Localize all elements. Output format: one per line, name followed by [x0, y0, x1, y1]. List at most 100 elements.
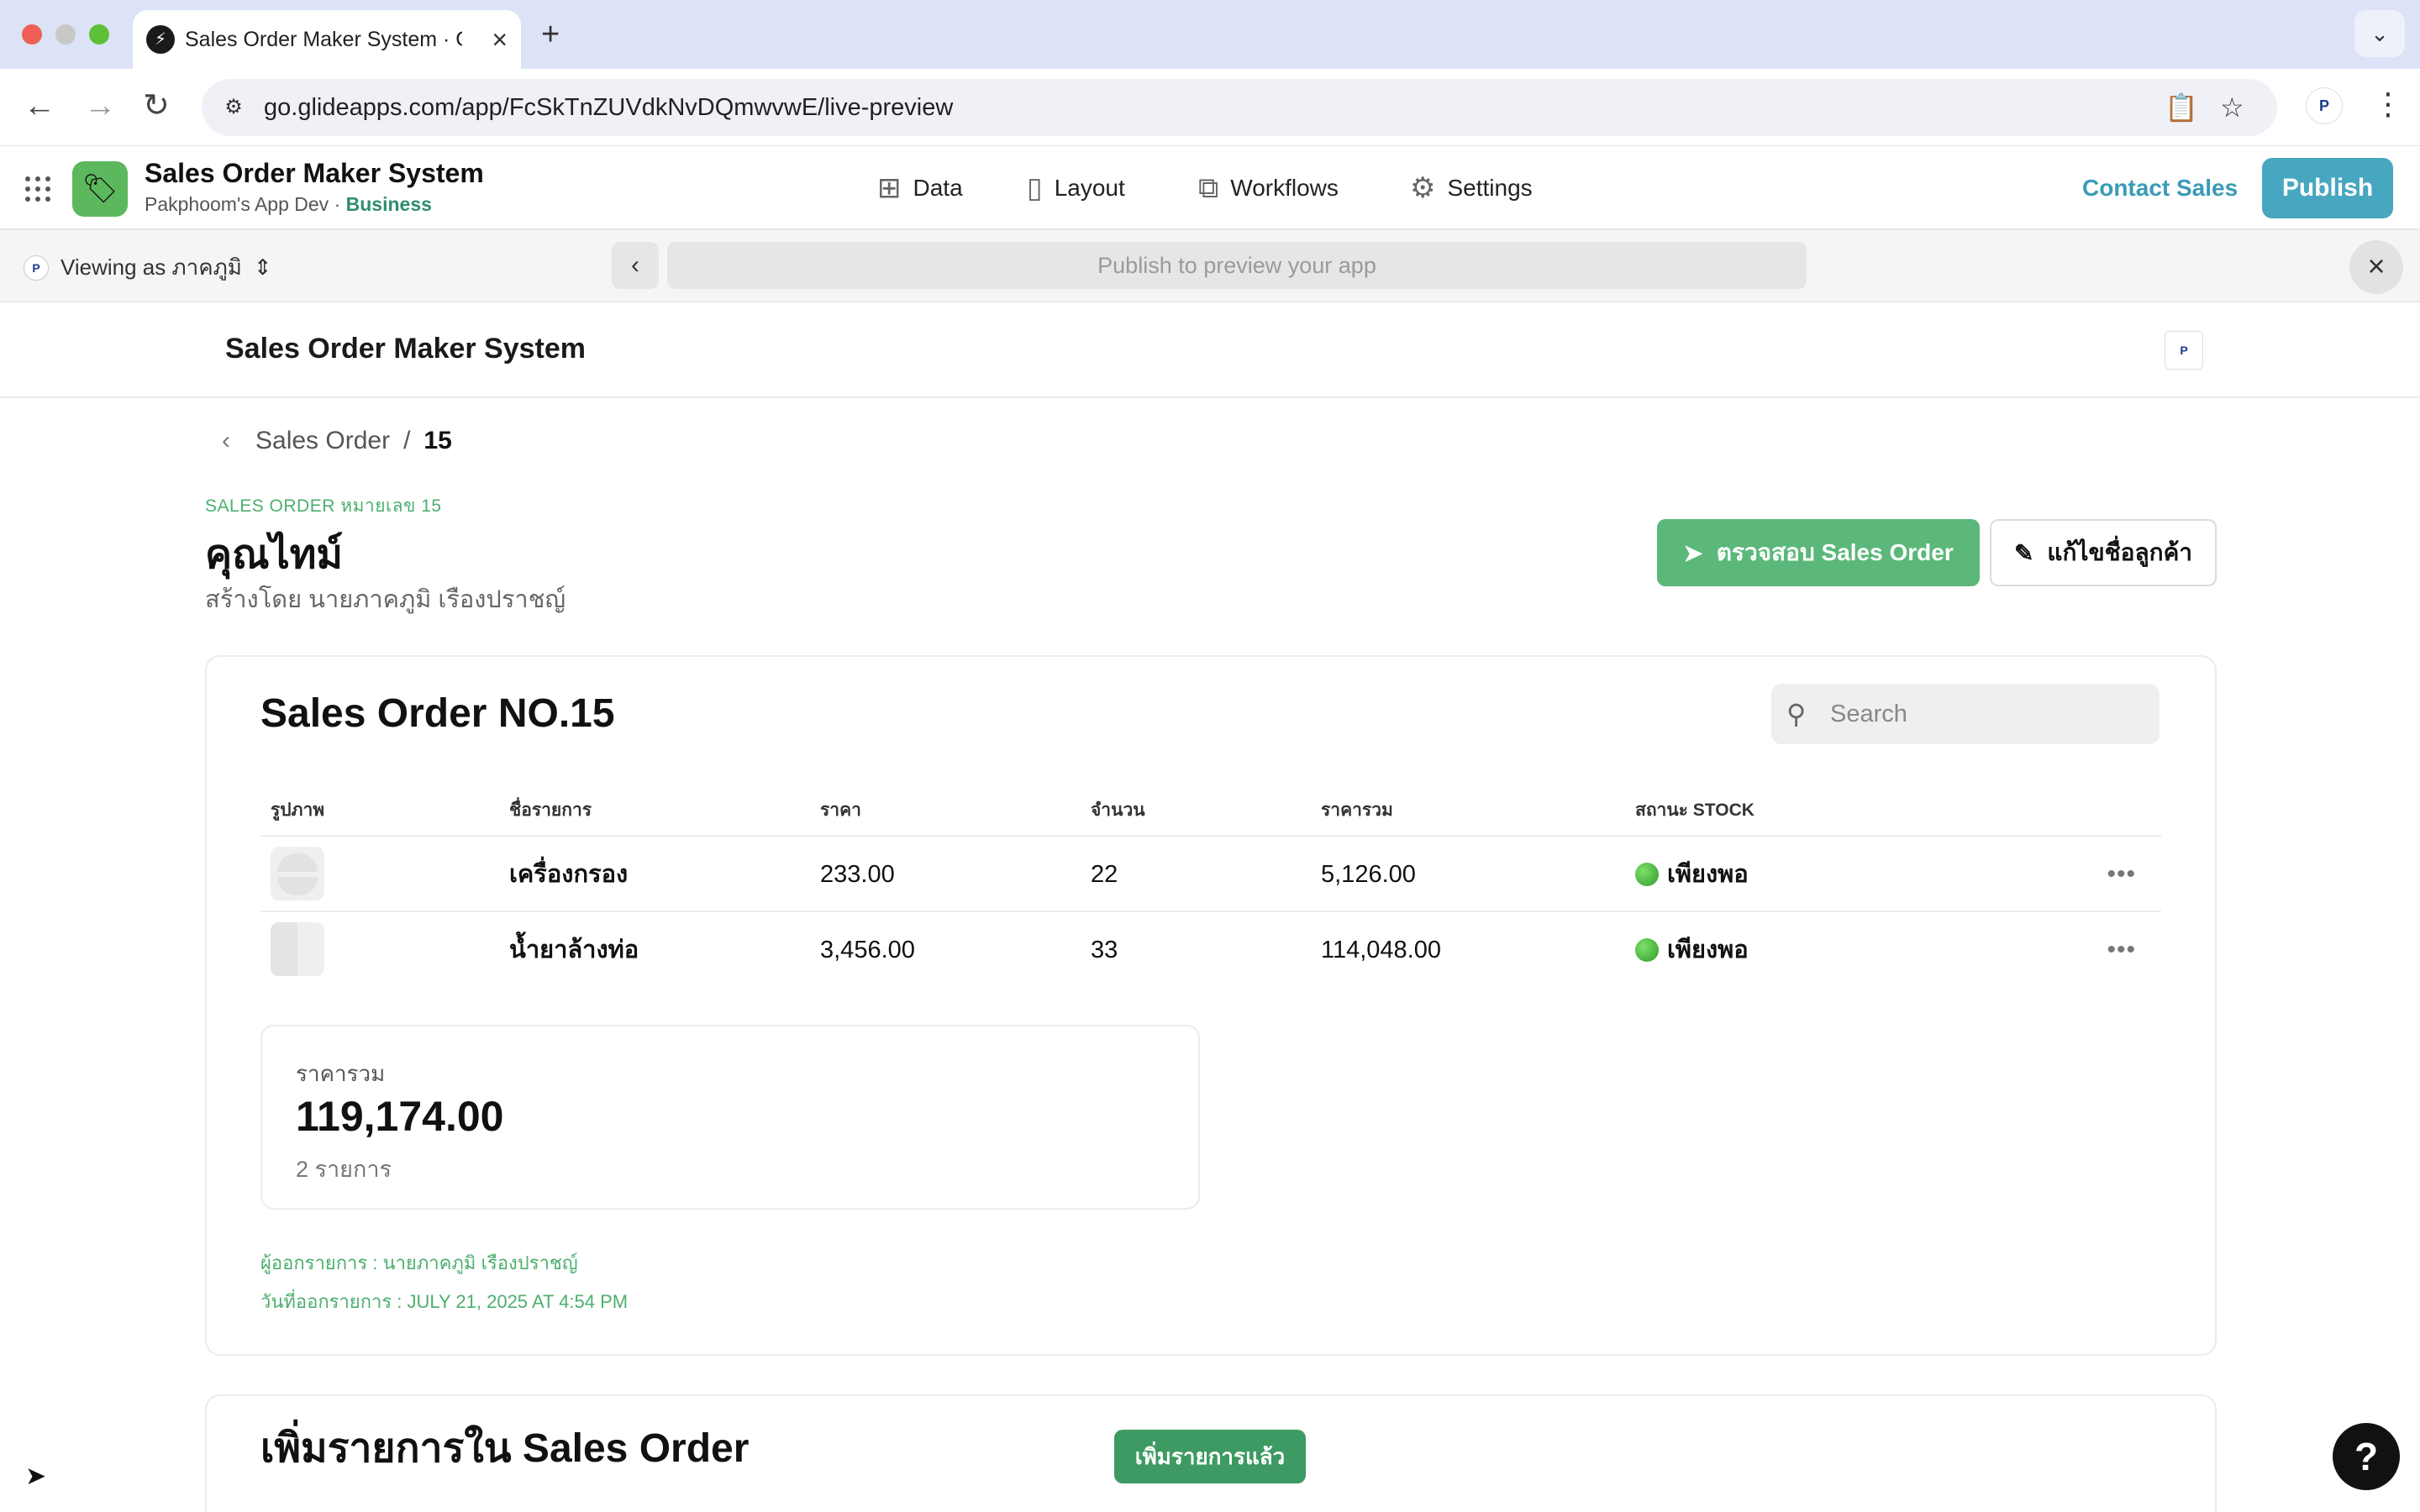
- add-items-title: เพิ่มรายการใน Sales Order: [260, 1426, 750, 1471]
- contact-sales-link[interactable]: Contact Sales: [2082, 171, 2238, 205]
- back-chevron-icon[interactable]: ‹: [222, 427, 230, 455]
- nav-workflows-label: Workflows: [1230, 175, 1339, 201]
- breadcrumb-parent[interactable]: Sales Order: [255, 427, 390, 455]
- item-thumbnail: [271, 922, 324, 976]
- preview-url-bar: Publish to preview your app: [667, 242, 1807, 289]
- col-total: ราคารวม: [1321, 801, 1393, 820]
- issued-date-line: วันที่ออกรายการ : JULY 21, 2025 AT 4:54 …: [260, 1291, 629, 1312]
- page-title: คุณไทม์: [205, 533, 344, 577]
- gear-icon: ⚙: [1410, 172, 1436, 204]
- window-close-button[interactable]: [22, 24, 42, 45]
- added-toast: เพิ่มรายการแล้ว: [1114, 1430, 1306, 1483]
- tab-search-chevron-icon[interactable]: ⌄: [2354, 10, 2405, 57]
- check-sales-order-button[interactable]: ➤ ตรวจสอบ Sales Order: [1657, 519, 1980, 586]
- item-total: 114,048.00: [1321, 937, 1441, 963]
- back-arrow-icon[interactable]: ←: [24, 87, 55, 124]
- breadcrumb-separator: /: [403, 427, 411, 454]
- preview-toolbar: P Viewing as ภาคภูมิ ⇕ ‹ Publish to prev…: [0, 230, 2420, 302]
- nav-workflows[interactable]: ⧉ Workflows: [1198, 170, 1339, 207]
- col-price: ราคา: [820, 801, 861, 820]
- search-input[interactable]: [1830, 684, 2149, 744]
- glide-header: 🏷 Sales Order Maker System Pakphoom's Ap…: [0, 146, 2420, 230]
- check-sales-order-label: ตรวจสอบ Sales Order: [1716, 539, 1954, 565]
- bookmark-star-icon[interactable]: ☆: [2220, 92, 2244, 123]
- breadcrumb-current: 15: [424, 427, 452, 454]
- tab-title: Sales Order Maker System · Glide: [185, 28, 462, 51]
- stock-status: เพียงพอ: [1635, 912, 1749, 988]
- item-price: 3,456.00: [820, 937, 915, 963]
- item-qty: 22: [1091, 861, 1118, 888]
- edit-customer-button[interactable]: ✎ แก้ไขชื่อลูกค้า: [1990, 519, 2217, 586]
- updown-chevron-icon: ⇕: [253, 255, 272, 280]
- publish-button[interactable]: Publish: [2262, 158, 2393, 218]
- workflows-icon: ⧉: [1198, 172, 1219, 204]
- new-tab-icon[interactable]: +: [541, 17, 560, 52]
- apps-grid-icon[interactable]: [25, 176, 50, 202]
- item-count: 2 รายการ: [296, 1157, 392, 1182]
- total-label: ราคารวม: [296, 1061, 386, 1086]
- plan-badge: Business: [345, 193, 432, 215]
- nav-data[interactable]: ⊞ Data: [877, 170, 963, 207]
- nav-layout-label: Layout: [1054, 175, 1125, 201]
- viewing-as-selector[interactable]: P Viewing as ภาคภูมิ ⇕: [24, 250, 272, 285]
- nav-settings-label: Settings: [1447, 175, 1533, 201]
- address-url[interactable]: go.glideapps.com/app/FcSkTnZUVdkNvDQmwvw…: [264, 79, 953, 136]
- col-qty: จำนวน: [1091, 801, 1145, 820]
- browser-tab[interactable]: ⚡ Sales Order Maker System · Glide ×: [133, 10, 521, 69]
- search-icon: ⚲: [1786, 699, 1807, 729]
- table-row[interactable]: เครื่องกรอง 233.00 22 5,126.00 เพียงพอ •…: [260, 837, 2161, 912]
- order-eyebrow: SALES ORDER หมายเลข 15: [205, 496, 442, 516]
- profile-avatar[interactable]: P: [2306, 87, 2343, 124]
- issuer-line: ผู้ออกรายการ : นายภาคภูมิ เรืองปราชญ์: [260, 1252, 578, 1273]
- item-name: น้ำยาล้างท่อ: [509, 937, 639, 963]
- clipboard-icon[interactable]: 📋: [2165, 92, 2198, 123]
- item-price: 233.00: [820, 861, 895, 888]
- preview-back-chevron-icon[interactable]: ‹: [612, 242, 659, 289]
- sales-order-card: Sales Order NO.15 ⚲ รูปภาพ ชื่อรายการ รา…: [205, 655, 2217, 1356]
- row-more-icon[interactable]: •••: [2107, 837, 2136, 912]
- app-name: Sales Order Maker System: [145, 158, 484, 188]
- stock-status: เพียงพอ: [1635, 837, 1749, 912]
- search-box[interactable]: ⚲: [1771, 684, 2160, 744]
- site-info-icon[interactable]: ⚙: [220, 94, 247, 121]
- glide-favicon-icon: ⚡: [146, 25, 175, 54]
- forward-arrow-icon[interactable]: →: [84, 87, 116, 124]
- page-subtitle: สร้างโดย นายภาคภูมิ เรืองปราชญ์: [205, 586, 566, 613]
- address-bar[interactable]: ⚙ go.glideapps.com/app/FcSkTnZUVdkNvDQmw…: [202, 79, 2277, 136]
- col-image: รูปภาพ: [271, 801, 325, 820]
- browser-toolbar: ← → ↻ ⚙ go.glideapps.com/app/FcSkTnZUVdk…: [0, 69, 2420, 146]
- browser-tab-bar: ⚡ Sales Order Maker System · Glide × + ⌄: [0, 0, 2420, 69]
- reload-icon[interactable]: ↻: [143, 87, 170, 124]
- help-question-icon[interactable]: ?: [2333, 1423, 2400, 1490]
- data-grid-icon: ⊞: [877, 172, 902, 204]
- green-circle-icon: [1635, 938, 1659, 962]
- green-circle-icon: [1635, 863, 1659, 886]
- total-summary: ราคารวม 119,174.00 2 รายการ: [260, 1025, 1200, 1210]
- app-header-title: Sales Order Maker System: [225, 333, 587, 365]
- col-name: ชื่อรายการ: [509, 801, 592, 820]
- nav-settings[interactable]: ⚙ Settings: [1410, 170, 1533, 207]
- stock-status-label: เพียงพอ: [1667, 861, 1749, 888]
- layout-icon: ▯: [1027, 172, 1043, 204]
- col-stock-status: สถานะ STOCK: [1635, 801, 1754, 820]
- table-row[interactable]: น้ำยาล้างท่อ 3,456.00 33 114,048.00 เพีย…: [260, 912, 2161, 988]
- tab-close-icon[interactable]: ×: [492, 24, 508, 55]
- edit-customer-label: แก้ไขชื่อลูกค้า: [2047, 539, 2193, 565]
- workspace-name: Pakphoom's App Dev: [145, 193, 329, 215]
- app-workspace: Pakphoom's App Dev · Business: [145, 193, 432, 216]
- card-title: Sales Order NO.15: [260, 691, 615, 736]
- viewing-as-label: Viewing as ภาคภูมิ: [60, 255, 242, 280]
- window-zoom-button[interactable]: [89, 24, 109, 45]
- browser-menu-icon[interactable]: ⋮: [2373, 86, 2403, 123]
- total-value: 119,174.00: [296, 1093, 504, 1140]
- company-logo: P: [2165, 331, 2203, 370]
- window-minimize-button[interactable]: [55, 24, 76, 45]
- row-more-icon[interactable]: •••: [2107, 912, 2136, 988]
- item-total: 5,126.00: [1321, 861, 1416, 888]
- close-preview-icon[interactable]: ×: [2349, 240, 2403, 294]
- item-thumbnail: [271, 847, 324, 900]
- stock-status-label: เพียงพอ: [1667, 937, 1749, 963]
- mouse-cursor-icon: ➤: [25, 1462, 47, 1490]
- nav-layout[interactable]: ▯ Layout: [1027, 170, 1125, 207]
- app-tag-icon[interactable]: 🏷: [72, 161, 128, 217]
